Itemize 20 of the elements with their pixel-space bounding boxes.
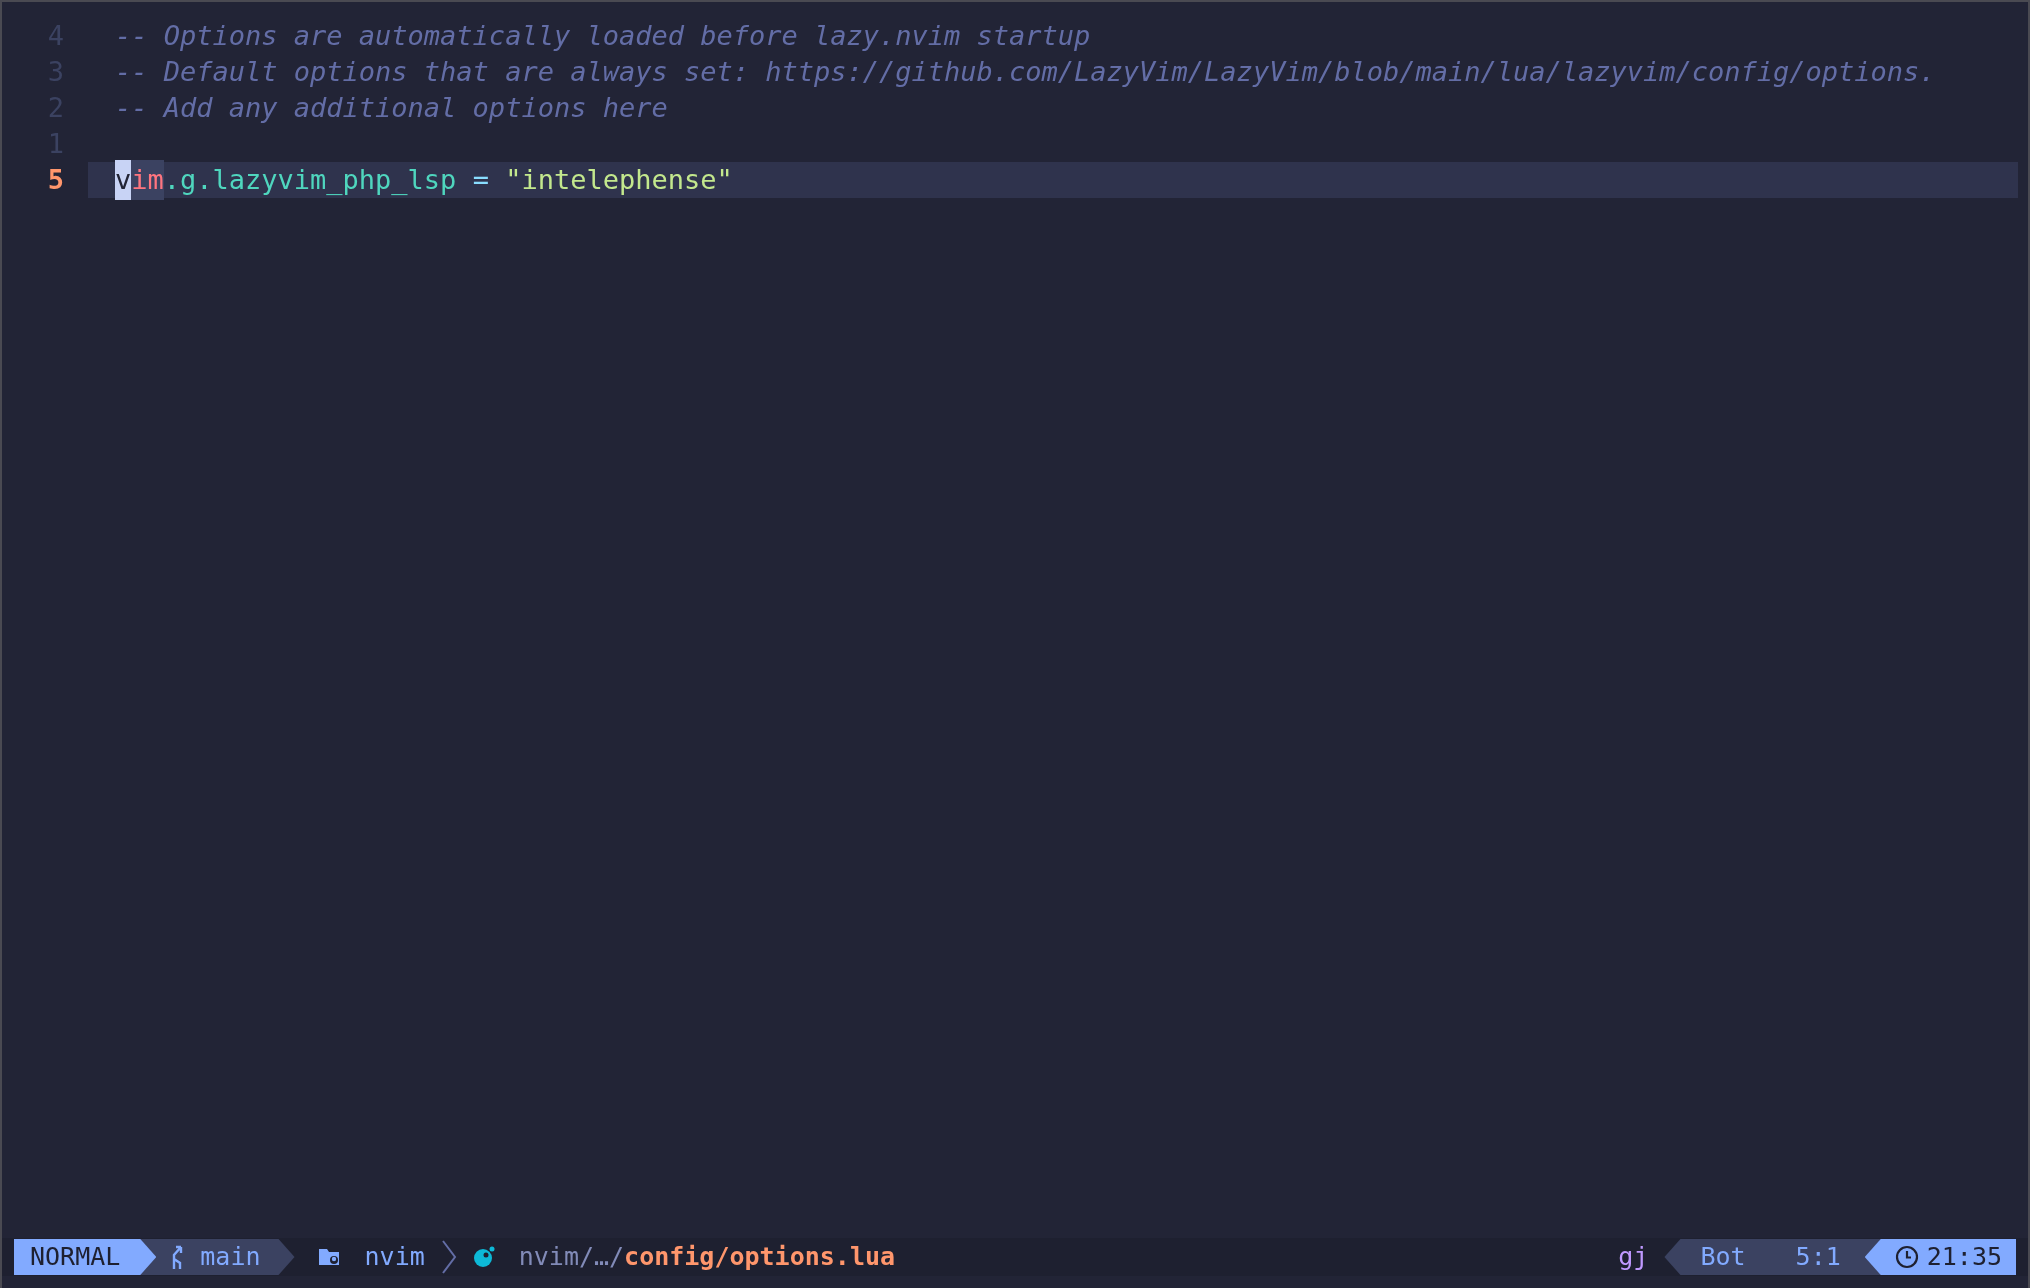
mode-indicator: NORMAL [14,1239,157,1275]
code-comment: -- Options are automatically loaded before lazy.nvim startup [115,18,1091,53]
folder-icon [318,1247,341,1267]
chevron-icon [440,1239,457,1275]
directory-name: nvim [364,1241,425,1274]
code-comment: -- Default options that are always set: https://github.com/LazyVim/LazyVim/blob/main/lua/lazyvim/config/options. [115,54,1936,89]
pending-keys: gj [1618,1238,1649,1276]
code-identifier: .g.lazyvim_php_lsp [163,162,457,197]
code-keyword: im [131,159,164,201]
clock-segment: 21:35 [1864,1239,2016,1275]
file-path: nvim/…/config/options.lua [518,1241,896,1274]
code-comment: -- Add any additional options here [115,90,668,125]
branch-icon [170,1245,185,1269]
code-string: "intelephense" [505,162,733,197]
text-cursor: v [115,159,132,201]
clock-icon [1894,1245,1919,1269]
lua-file-icon [472,1246,495,1268]
code-operator: = [471,162,490,197]
position-segment: Bot 5:1 [1664,1239,1881,1275]
line-number: 5 [46,162,65,197]
